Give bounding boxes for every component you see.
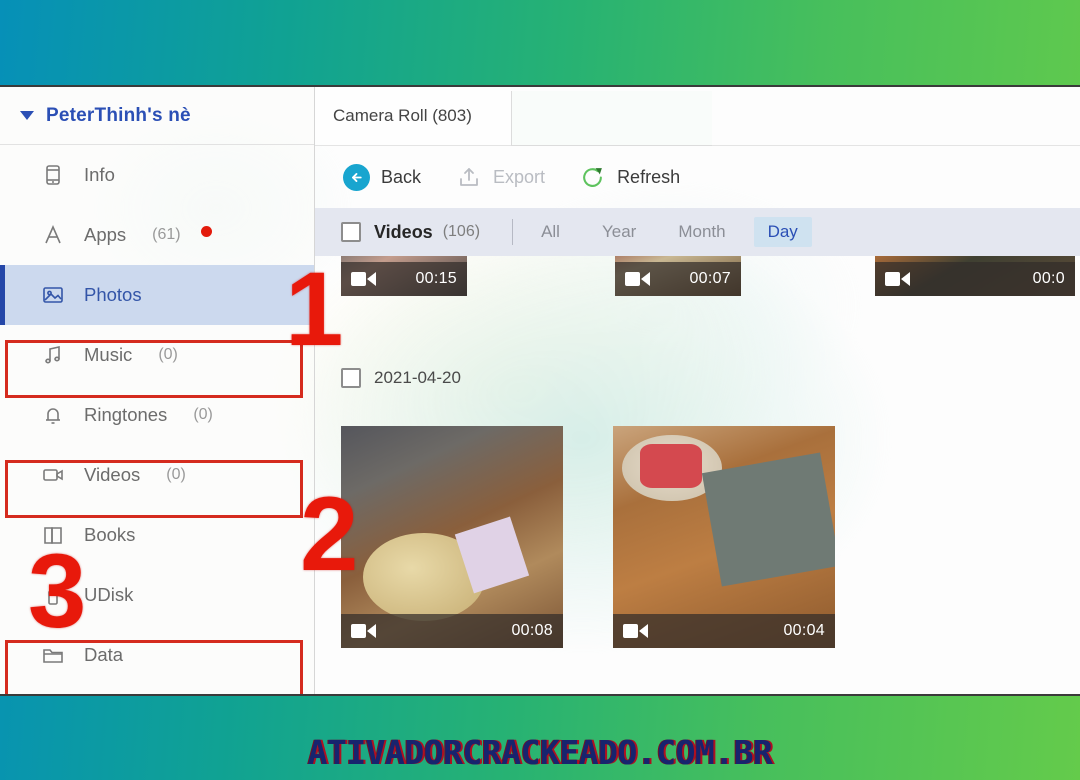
sidebar-item-count: (0) [193,406,213,423]
sidebar-item-info[interactable]: Info [0,145,314,205]
device-header[interactable]: PeterThinh's nè [0,87,314,145]
tab-bar: Camera Roll (803) [315,87,1080,146]
chevron-down-icon[interactable] [20,111,34,120]
export-button[interactable]: Export [455,164,545,191]
sidebar-item-label: Ringtones [84,404,168,425]
thumbnail-info-bar: 00:0 [875,262,1075,296]
app-window: PeterThinh's nè Info Apps (61) Photos Mu… [0,85,1080,696]
thumbnail-duration: 00:07 [689,270,731,287]
thumbnail-duration: 00:0 [1032,270,1065,287]
date-group-header: 2021-04-20 [341,368,461,388]
sidebar-item-music[interactable]: Music (0) [0,325,314,385]
site-watermark: ATIVADORCRACKEADO.COM.BR [307,733,773,772]
sidebar-item-label: Info [84,164,115,185]
date-group-checkbox[interactable] [341,368,361,388]
tab-empty-area [511,91,712,146]
device-name-label: PeterThinh's nè [46,104,191,126]
video-thumbnail[interactable]: 00:15 [341,256,467,296]
video-thumbnail[interactable]: 00:07 [615,256,741,296]
sidebar-item-count: (0) [158,346,178,363]
thumbnail-duration: 00:15 [415,270,457,287]
toolbar: Back Export Refresh [315,146,1080,208]
music-note-icon [40,342,66,368]
main-panel: Camera Roll (803) Back Export Refresh Vi… [315,87,1080,694]
tab-label: Camera Roll (803) [333,106,472,125]
segment-month[interactable]: Month [664,217,739,247]
sidebar-item-label: Music [84,344,133,365]
date-group-label: 2021-04-20 [374,368,461,387]
video-play-icon [885,272,910,286]
annotation-marker-3: 3 [28,533,87,650]
video-play-icon [625,272,650,286]
sidebar-item-ringtones[interactable]: Ringtones (0) [0,385,314,445]
filter-separator [512,219,514,245]
sidebar-item-photos[interactable]: Photos [0,265,314,325]
segment-all[interactable]: All [527,217,574,247]
thumbnail-info-bar: 00:07 [615,262,741,296]
sidebar-item-label: Videos [84,464,141,485]
thumbnail-duration: 00:08 [511,622,553,639]
video-play-icon [351,624,376,638]
sidebar-item-label: Books [84,524,136,545]
video-icon [40,462,66,488]
apps-icon [40,222,66,248]
segment-year[interactable]: Year [588,217,650,247]
sidebar-item-label: Data [84,644,124,665]
video-thumbnail[interactable]: 00:04 [613,426,835,648]
videos-section-label: Videos [374,221,433,242]
sidebar-item-count: (0) [166,466,186,483]
phone-icon [40,162,66,188]
video-play-icon [623,624,648,638]
sidebar-item-apps[interactable]: Apps (61) [0,205,314,265]
photo-icon [40,282,66,308]
sidebar-item-count: (61) [152,226,181,243]
thumbnail-info-bar: 00:08 [341,614,563,648]
video-play-icon [351,272,376,286]
thumbnail-info-bar: 00:04 [613,614,835,648]
annotation-marker-1: 1 [285,251,344,368]
back-label: Back [381,166,422,187]
refresh-button[interactable]: Refresh [579,164,680,191]
tab-camera-roll[interactable]: Camera Roll (803) [315,87,511,145]
annotation-marker-2: 2 [300,476,359,593]
segment-day[interactable]: Day [753,217,812,247]
videos-section-count: (106) [442,223,481,240]
back-arrow-icon [343,163,370,191]
video-thumbnail[interactable]: 00:08 [341,426,563,648]
filter-row: Videos (106) All Year Month Day [315,208,1080,256]
thumbnail-duration: 00:04 [783,622,825,639]
bell-icon [40,402,66,428]
videos-select-all-checkbox[interactable] [341,222,361,242]
sidebar-item-label: Apps [84,224,127,245]
sidebar-item-label: Photos [84,284,142,305]
sidebar-item-videos[interactable]: Videos (0) [0,445,314,505]
refresh-icon [579,164,606,191]
export-label: Export [493,166,546,187]
video-thumbnail[interactable]: 00:0 [875,256,1075,296]
thumbnail-grid: 00:15 00:07 00:0 2021-04-20 00:08 00:04 [315,256,1080,694]
back-button[interactable]: Back [343,163,422,191]
thumbnail-info-bar: 00:15 [341,262,467,296]
export-icon [455,164,482,191]
sidebar-item-label: UDisk [84,584,134,605]
notification-badge-dot [200,225,212,237]
refresh-label: Refresh [617,166,681,187]
